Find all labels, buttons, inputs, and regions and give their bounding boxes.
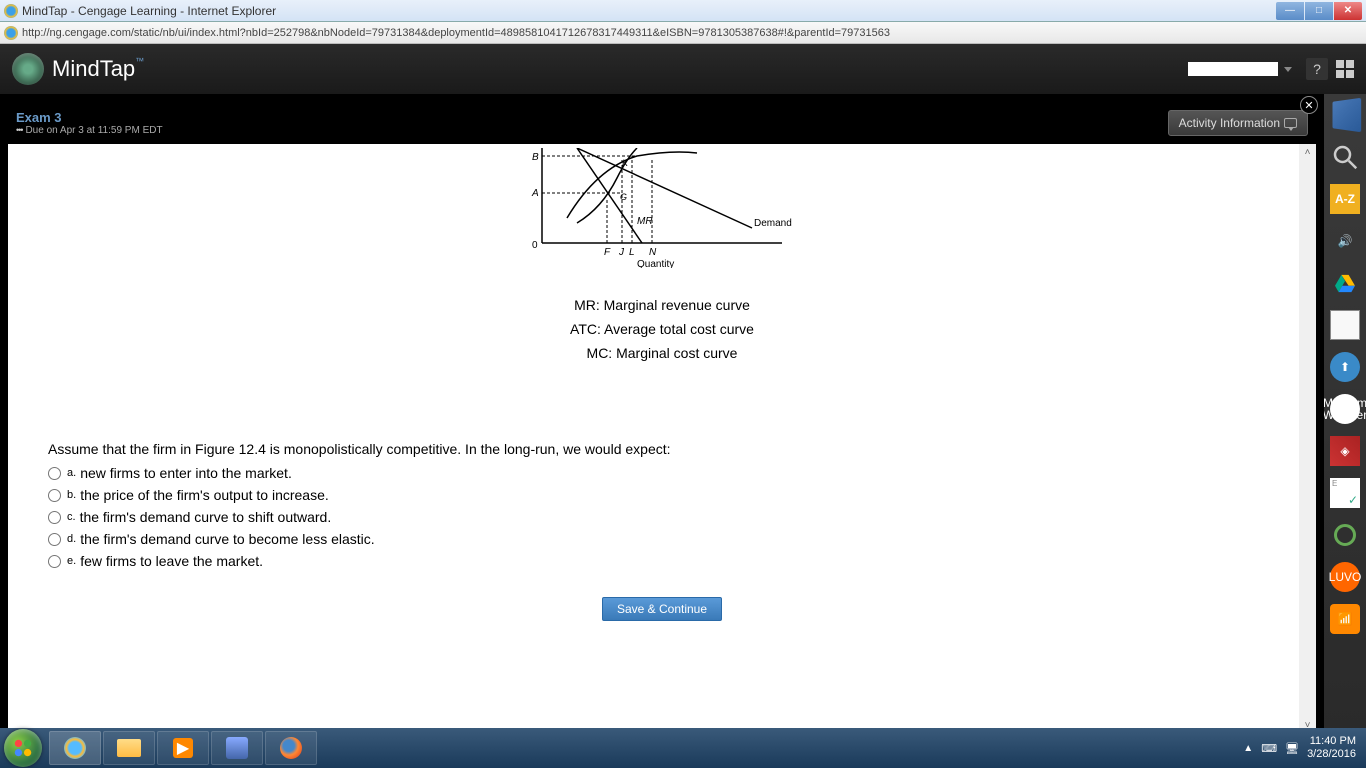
label-origin: 0 bbox=[532, 240, 538, 251]
read-aloud-icon[interactable]: 🔊 bbox=[1330, 226, 1360, 256]
user-name-redacted bbox=[1188, 62, 1278, 76]
svg-text:N: N bbox=[649, 247, 657, 258]
radio-a[interactable] bbox=[48, 467, 61, 480]
radio-e[interactable] bbox=[48, 555, 61, 568]
notes-icon[interactable] bbox=[1330, 310, 1360, 340]
brand-tap: Tap bbox=[100, 56, 135, 81]
radio-b[interactable] bbox=[48, 489, 61, 502]
svg-text:F: F bbox=[604, 247, 611, 258]
radio-d[interactable] bbox=[48, 533, 61, 546]
taskbar-app-button[interactable] bbox=[211, 731, 263, 765]
system-tray: ▲ ⌨ 🖥 11:40 PM 3/28/2016 bbox=[1243, 735, 1362, 761]
tray-show-hidden[interactable]: ▲ bbox=[1243, 743, 1253, 754]
svg-text:L: L bbox=[629, 247, 635, 258]
chat-icon bbox=[1284, 118, 1297, 128]
scrollbar[interactable]: ˄ ˅ bbox=[1299, 144, 1316, 734]
window-minimize-button[interactable]: — bbox=[1276, 2, 1304, 20]
address-bar[interactable]: http://ng.cengage.com/static/nb/ui/index… bbox=[0, 22, 1366, 44]
tray-clock[interactable]: 11:40 PM 3/28/2016 bbox=[1307, 735, 1356, 761]
option-e[interactable]: e.few firms to leave the market. bbox=[48, 553, 1276, 569]
progress-icon[interactable] bbox=[1330, 520, 1360, 550]
apps-grid-button[interactable] bbox=[1336, 60, 1354, 78]
brand-tm: ™ bbox=[135, 56, 144, 66]
tray-action-icon[interactable]: 🖥 bbox=[1285, 742, 1299, 755]
legend-mc: MC: Marginal cost curve bbox=[48, 345, 1276, 361]
mindtap-header: MindTap™ ? bbox=[0, 44, 1366, 94]
label-b: B bbox=[532, 152, 539, 163]
legend-atc: ATC: Average total cost curve bbox=[48, 321, 1276, 337]
brand-mind: Mind bbox=[52, 56, 100, 81]
ie-icon-small bbox=[4, 26, 18, 40]
dictionary-icon[interactable]: MerriamWebster bbox=[1330, 394, 1360, 424]
activity-information-button[interactable]: Activity Information bbox=[1168, 110, 1308, 136]
options-list: a.new firms to enter into the market. b.… bbox=[48, 465, 1276, 569]
svg-text:Demand: Demand bbox=[754, 218, 792, 229]
exam-due: •••Due on Apr 3 at 11:59 PM EDT bbox=[16, 125, 163, 136]
taskbar-firefox-button[interactable] bbox=[265, 731, 317, 765]
svg-text:K: K bbox=[622, 158, 629, 168]
tray-date: 3/28/2016 bbox=[1307, 748, 1356, 761]
submit-icon[interactable]: ⬆ bbox=[1330, 352, 1360, 382]
legend-mr: MR: Marginal revenue curve bbox=[48, 297, 1276, 313]
citation-icon[interactable] bbox=[1330, 478, 1360, 508]
radio-c[interactable] bbox=[48, 511, 61, 524]
start-button[interactable] bbox=[4, 729, 42, 767]
cy-icon[interactable]: ◈ bbox=[1330, 436, 1360, 466]
url-text: http://ng.cengage.com/static/nb/ui/index… bbox=[22, 27, 1362, 39]
option-a[interactable]: a.new firms to enter into the market. bbox=[48, 465, 1276, 481]
help-button[interactable]: ? bbox=[1306, 58, 1328, 80]
app-rail: A-Z 🔊 ⬆ MerriamWebster ◈ LUVO 📶 more> bbox=[1324, 94, 1366, 741]
mindtap-logo-text: MindTap™ bbox=[52, 56, 144, 82]
window-titlebar: MindTap - Cengage Learning - Internet Ex… bbox=[0, 0, 1366, 22]
user-dropdown-icon[interactable] bbox=[1284, 67, 1292, 72]
exam-bar: Exam 3 •••Due on Apr 3 at 11:59 PM EDT A… bbox=[8, 102, 1316, 144]
option-d[interactable]: d.the firm's demand curve to become less… bbox=[48, 531, 1276, 547]
taskbar-ie-button[interactable] bbox=[49, 731, 101, 765]
taskbar-media-button[interactable]: ▶ bbox=[157, 731, 209, 765]
svg-text:G: G bbox=[620, 192, 627, 202]
option-b[interactable]: b.the price of the firm's output to incr… bbox=[48, 487, 1276, 503]
question-prompt: Assume that the firm in Figure 12.4 is m… bbox=[48, 441, 1276, 457]
scroll-up-button[interactable]: ˄ bbox=[1299, 144, 1316, 161]
question-panel: B A 0 F J L N K G MR Demand Quantity bbox=[8, 144, 1316, 734]
search-icon[interactable] bbox=[1330, 142, 1360, 172]
svg-text:J: J bbox=[618, 247, 625, 258]
glossary-icon[interactable]: A-Z bbox=[1330, 184, 1360, 214]
svg-text:Quantity: Quantity bbox=[637, 259, 674, 268]
tray-time: 11:40 PM bbox=[1307, 735, 1356, 748]
windows-taskbar: ▶ ▲ ⌨ 🖥 11:40 PM 3/28/2016 bbox=[0, 728, 1366, 768]
activity-info-label: Activity Information bbox=[1179, 116, 1280, 130]
option-c[interactable]: c.the firm's demand curve to shift outwa… bbox=[48, 509, 1276, 525]
google-drive-icon[interactable] bbox=[1330, 268, 1360, 298]
window-title: MindTap - Cengage Learning - Internet Ex… bbox=[22, 4, 276, 18]
luvo-icon[interactable]: LUVO bbox=[1330, 562, 1360, 592]
ebook-icon[interactable] bbox=[1333, 98, 1362, 132]
save-continue-button[interactable]: Save & Continue bbox=[602, 597, 722, 621]
exam-title: Exam 3 bbox=[16, 110, 163, 125]
graph-legend: MR: Marginal revenue curve ATC: Average … bbox=[48, 297, 1276, 361]
window-close-button[interactable]: ✕ bbox=[1334, 2, 1362, 20]
economics-graph: B A 0 F J L N K G MR Demand Quantity bbox=[522, 148, 802, 268]
rss-icon[interactable]: 📶 bbox=[1330, 604, 1360, 634]
close-panel-button[interactable]: ✕ bbox=[1300, 96, 1318, 114]
mindtap-logo-icon bbox=[12, 53, 44, 85]
tray-keyboard-icon[interactable]: ⌨ bbox=[1261, 742, 1277, 755]
svg-text:MR: MR bbox=[637, 216, 653, 227]
ie-icon bbox=[4, 4, 18, 18]
label-a: A bbox=[531, 188, 539, 199]
taskbar-explorer-button[interactable] bbox=[103, 731, 155, 765]
window-maximize-button[interactable]: □ bbox=[1305, 2, 1333, 20]
